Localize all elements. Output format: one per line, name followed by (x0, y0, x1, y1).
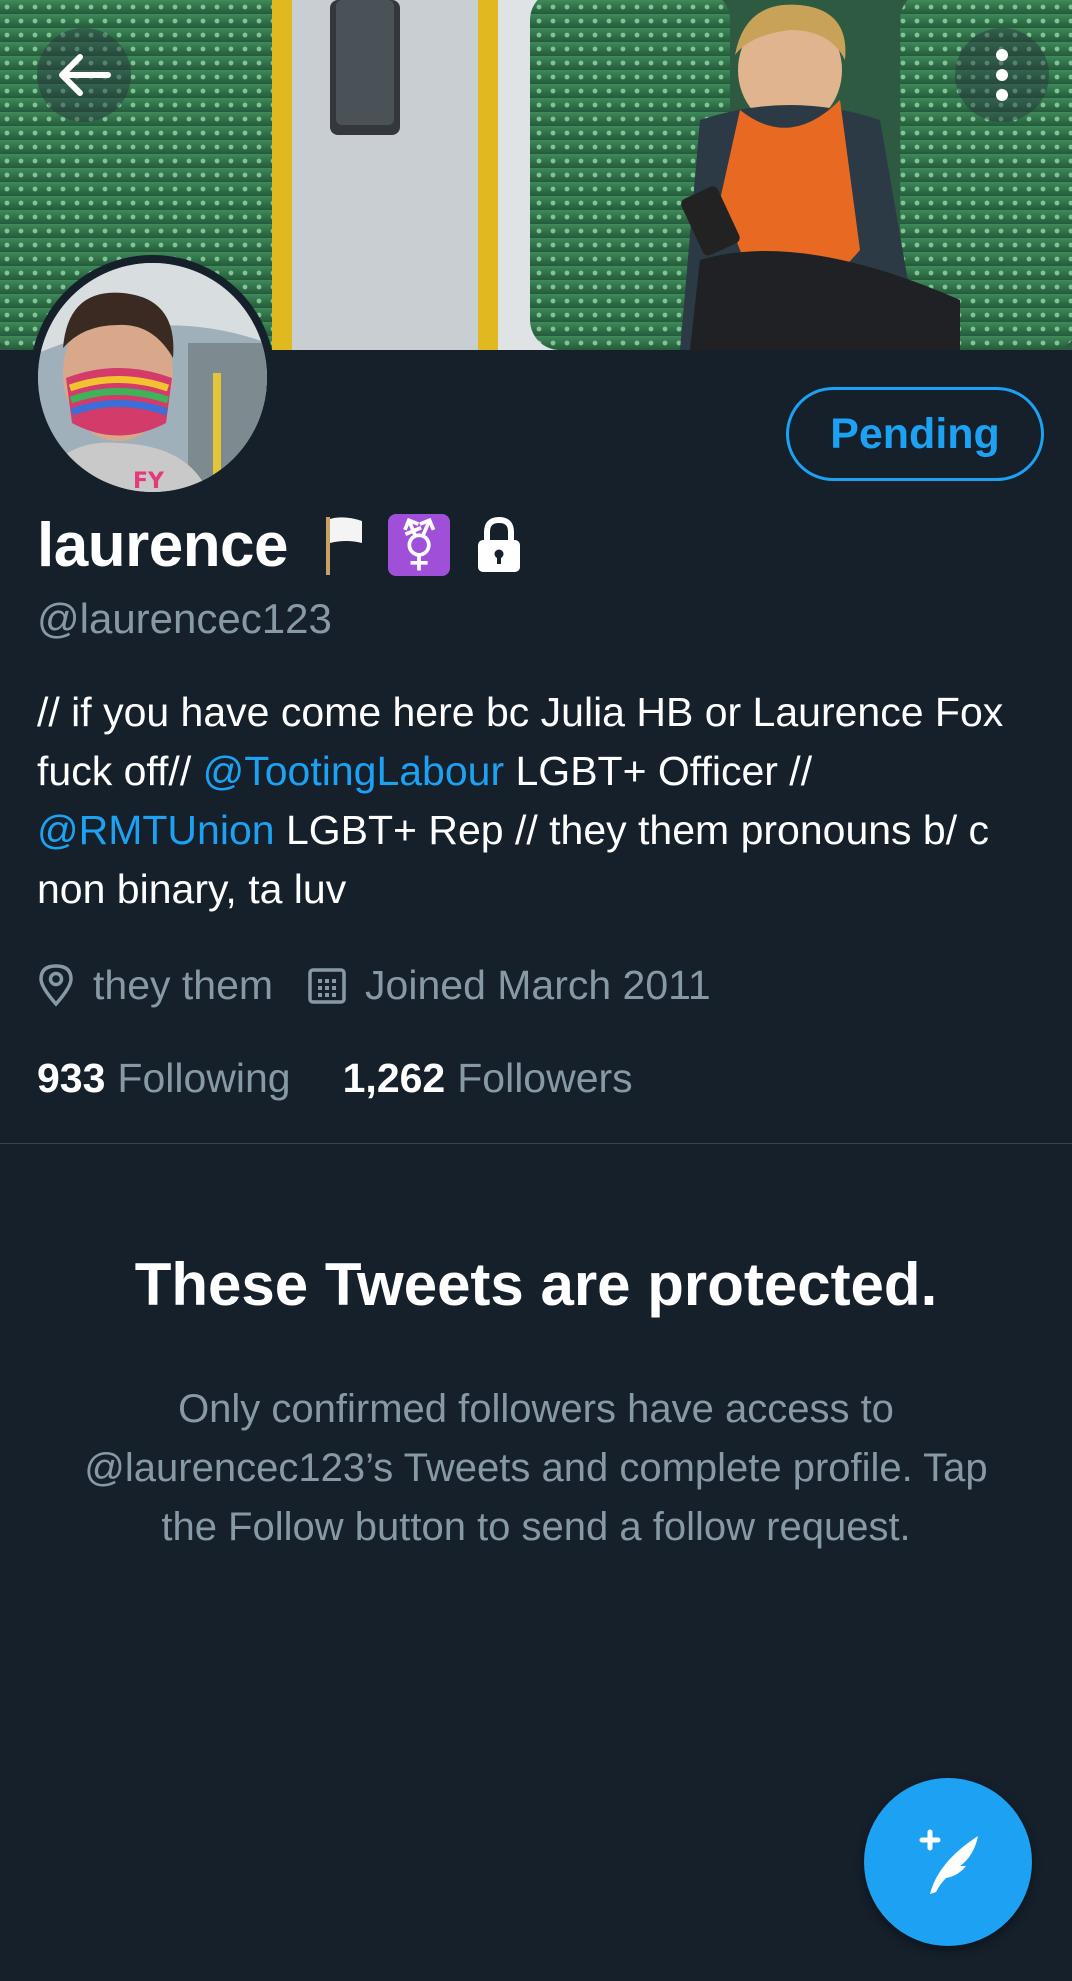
profile-location: they them (93, 961, 274, 1008)
location-pin-icon (39, 964, 73, 1007)
following-label: Following (117, 1054, 291, 1101)
compose-tweet-icon (919, 1829, 978, 1894)
profile-meta: they them Joined March 2011 (37, 955, 711, 1015)
followers-link[interactable]: 1,262 Followers (343, 1055, 633, 1102)
display-name: laurence (37, 510, 289, 580)
bio-mention-link[interactable]: @TootingLabour (203, 748, 505, 794)
lock-icon (478, 516, 521, 572)
back-button[interactable] (37, 28, 131, 122)
avatar-photo: FY (38, 263, 267, 492)
transgender-symbol-emoji: ⚧ (388, 514, 451, 576)
followers-count: 1,262 (342, 1054, 446, 1101)
protected-tweets-title: These Tweets are protected. (134, 1251, 938, 1318)
name-row: laurence ⚧ (37, 505, 524, 585)
protected-tweets-message: Only confirmed followers have access to … (84, 1387, 988, 1549)
more-options-button[interactable] (955, 28, 1049, 122)
bio-text: LGBT+ Officer // (504, 748, 813, 794)
followers-label: Followers (457, 1054, 633, 1101)
compose-tweet-button[interactable] (864, 1778, 1032, 1946)
profile-handle: @laurencec123 (37, 595, 332, 642)
white-flag-emoji (326, 517, 363, 575)
profile-bio: // if you have come here bc Julia HB or … (37, 683, 1047, 919)
svg-text:FY: FY (133, 469, 165, 492)
profile-screen: FY Pending laurence ⚧ @laurencec123 // i… (0, 0, 1072, 1981)
avatar[interactable]: FY (30, 255, 275, 500)
calendar-icon (308, 968, 346, 1004)
profile-joined-date: Joined March 2011 (365, 961, 711, 1008)
bio-mention-link[interactable]: @RMTUnion (37, 807, 275, 853)
more-vertical-icon (996, 49, 1008, 101)
arrow-left-icon (59, 54, 111, 96)
following-link[interactable]: 933 Following (37, 1055, 291, 1102)
pending-follow-button[interactable]: Pending (786, 387, 1044, 481)
following-count: 933 (37, 1054, 106, 1101)
profile-stats: 933 Following 1,262 Followers (37, 1048, 633, 1108)
